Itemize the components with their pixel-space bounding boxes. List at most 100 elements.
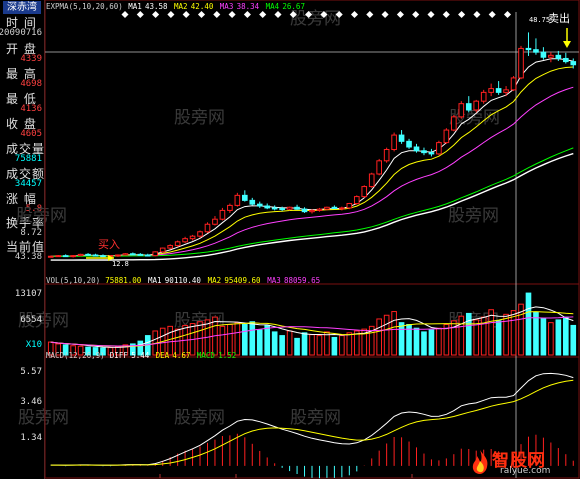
candle-body bbox=[368, 173, 375, 188]
legend-series-name: MA3 bbox=[220, 2, 234, 11]
candle-body bbox=[525, 47, 532, 51]
candle-body bbox=[85, 253, 91, 256]
volume-bar bbox=[242, 324, 248, 356]
high-price-label: 48.75 bbox=[529, 16, 550, 24]
candle-body bbox=[391, 134, 397, 151]
signal-marker bbox=[503, 10, 512, 19]
candle-body bbox=[339, 207, 345, 210]
signal-marker bbox=[121, 10, 129, 19]
candle-body bbox=[62, 255, 69, 258]
candle-body bbox=[189, 235, 196, 240]
candle-body bbox=[264, 205, 271, 209]
candle-body bbox=[398, 134, 405, 142]
legend-series-name: MA4 bbox=[266, 2, 280, 11]
candle-body bbox=[100, 255, 106, 258]
volume-bar bbox=[465, 312, 472, 356]
volume-bar bbox=[279, 335, 285, 356]
signal-marker bbox=[381, 10, 389, 19]
candle-body bbox=[361, 186, 368, 198]
volume-bar bbox=[346, 332, 353, 356]
chart-canvas[interactable]: 股旁网股旁网股旁网股旁网股旁网股旁网股旁网股旁网股旁网股旁网股旁网 131076… bbox=[0, 0, 580, 479]
candle-body bbox=[144, 254, 151, 257]
watermark-text: 股旁网 bbox=[290, 408, 341, 428]
volume-bar bbox=[570, 324, 577, 356]
buy-label: 买入 bbox=[98, 238, 120, 251]
signal-marker bbox=[228, 10, 236, 19]
candle-body bbox=[480, 91, 487, 102]
candle-body bbox=[301, 208, 308, 213]
macd-tick-label: 5.57 bbox=[20, 367, 42, 377]
volume-bar bbox=[376, 318, 382, 356]
candle-body bbox=[316, 208, 323, 211]
volume-bar bbox=[562, 316, 569, 356]
candle-body bbox=[204, 223, 211, 233]
macd-tick-label: 3.46 bbox=[20, 397, 42, 407]
legend-title: MACD(12,26,9) bbox=[46, 351, 105, 360]
signal-marker bbox=[458, 10, 466, 19]
candle-body bbox=[47, 255, 54, 258]
candle-body bbox=[421, 150, 427, 154]
candle-body bbox=[413, 146, 420, 152]
candle-body bbox=[443, 129, 450, 144]
watermark-text: 股旁网 bbox=[174, 108, 225, 128]
candle-body bbox=[548, 54, 554, 58]
volume-tick-label: X10 bbox=[26, 340, 42, 350]
candle-body bbox=[130, 253, 136, 256]
signal-marker bbox=[136, 10, 144, 19]
volume-bar bbox=[488, 309, 494, 356]
ma-line-4 bbox=[50, 147, 574, 257]
legend-series-value: 95409.60 bbox=[224, 276, 261, 285]
ma-line-2 bbox=[50, 66, 574, 257]
signal-marker bbox=[152, 10, 160, 19]
candle-body bbox=[533, 49, 539, 53]
candle-body bbox=[279, 208, 285, 211]
signal-marker bbox=[167, 10, 175, 19]
legend-series-value: 75881.00 bbox=[105, 276, 142, 285]
macd-tick-label: 1.34 bbox=[20, 433, 42, 443]
ma-line-1 bbox=[50, 58, 574, 257]
candle-body bbox=[242, 194, 248, 201]
volume-bar bbox=[525, 292, 532, 356]
candle-body bbox=[555, 54, 562, 59]
legend-series-value: 26.67 bbox=[282, 2, 305, 11]
signal-marker bbox=[473, 10, 481, 19]
candle-body bbox=[212, 218, 218, 225]
signal-marker bbox=[182, 10, 190, 19]
candle-body bbox=[152, 251, 159, 257]
candle-body bbox=[234, 194, 241, 206]
sell-arrow-head bbox=[563, 41, 571, 48]
volume-bar bbox=[264, 324, 271, 356]
candle-body bbox=[488, 88, 494, 93]
watermark-text: 股旁网 bbox=[16, 206, 67, 226]
legend-series-value: 90110.40 bbox=[165, 276, 202, 285]
sell-label: 卖出 bbox=[548, 11, 570, 25]
volume-bar bbox=[256, 329, 263, 356]
volume-bar bbox=[294, 337, 300, 356]
legend-series-value: 1.52 bbox=[218, 351, 236, 360]
logo-url: ralyue.com bbox=[500, 466, 551, 476]
watermark-text: 股旁网 bbox=[448, 206, 499, 226]
legend-series-name: DEA bbox=[156, 351, 170, 360]
candle-body bbox=[495, 88, 502, 93]
signal-marker bbox=[366, 10, 374, 19]
volume-bar bbox=[391, 311, 397, 356]
signal-marker bbox=[350, 10, 359, 19]
candle-body bbox=[197, 231, 203, 237]
candle-body bbox=[256, 203, 263, 207]
volume-bar bbox=[316, 335, 323, 356]
candle-body bbox=[122, 253, 129, 256]
candle-body bbox=[503, 89, 509, 93]
candle-body bbox=[249, 199, 256, 205]
candle-body bbox=[115, 254, 121, 257]
candle-body bbox=[77, 253, 84, 257]
candle-body bbox=[294, 206, 300, 210]
volume-bar bbox=[309, 334, 315, 356]
candle-body bbox=[451, 116, 457, 131]
volume-bar bbox=[301, 332, 308, 356]
legend-series-value: 5.44 bbox=[131, 351, 150, 360]
volume-bar bbox=[331, 336, 338, 356]
candle-body bbox=[346, 203, 353, 209]
candle-body bbox=[271, 207, 278, 210]
legend-title: EXPMA(5,10,20,60) bbox=[46, 2, 123, 11]
candle-body bbox=[55, 255, 62, 258]
